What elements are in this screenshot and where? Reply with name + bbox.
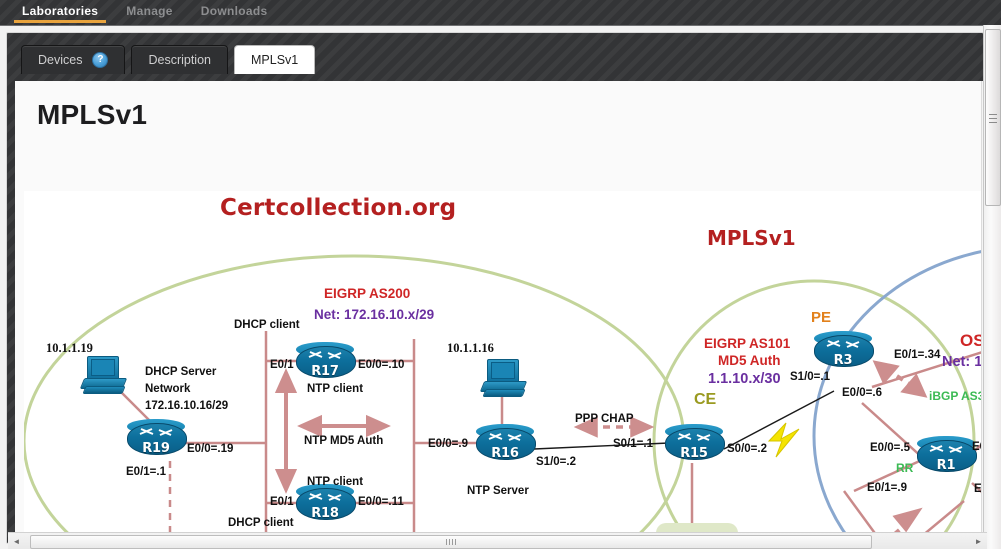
content-panel: Devices ? Description MPLSv1 MPLSv1 Cert… [6, 32, 994, 549]
label-r17-e0-0: E0/0=.10 [358, 359, 405, 371]
scroll-left-arrow-icon[interactable]: ◄ [10, 535, 23, 547]
ospf-net-label: Net: 192 [942, 354, 986, 370]
label-r3-e0-0: E0/0=.6 [842, 387, 882, 399]
label-r3-s1-0: S1/0=.1 [790, 371, 830, 383]
tab-devices[interactable]: Devices ? [21, 45, 126, 74]
window-scroll-thumb[interactable] [985, 29, 1001, 206]
label-ce: CE [694, 391, 717, 408]
tab-mplsv1[interactable]: MPLSv1 [234, 45, 316, 74]
tab-description[interactable]: Description [131, 45, 228, 74]
label-dhcp-client-top: DHCP client [234, 319, 300, 331]
ntp-md5-horizontal-arrow [297, 414, 391, 438]
tab-label: MPLSv1 [251, 53, 299, 67]
label-ppp-chap: PPP CHAP [575, 413, 634, 425]
router-r16[interactable]: R16 [476, 424, 536, 462]
ntp-md5-vertical-arrow [274, 368, 298, 494]
router-r1[interactable]: R1 [917, 436, 977, 474]
tab-strip: Devices ? Description MPLSv1 [21, 44, 321, 74]
page-title: MPLSv1 [37, 99, 148, 130]
eigrp-as200-label: EIGRP AS200 [324, 286, 411, 301]
label-r1-rr: RR [896, 461, 914, 475]
label-r19-e0-0: E0/0=.19 [187, 443, 234, 455]
label-dhcp-server-line2: Network [145, 383, 191, 395]
label-r16-e0-0: E0/0=.9 [428, 438, 468, 450]
document-area: MPLSv1 Certcollection.org MPLSv1 EIGRP A… [15, 81, 994, 549]
ibgp-arrow-top [872, 360, 928, 398]
label-r3-e0-1: E0/1=.34 [894, 349, 941, 361]
label-pc-mid-ip: 10.1.1.16 [447, 341, 494, 355]
nav-item-manage[interactable]: Manage [112, 0, 186, 23]
label-pc-left-ip: 10.1.1.19 [46, 341, 93, 355]
nav-item-label: Manage [126, 4, 173, 18]
router-r3[interactable]: R3 [814, 331, 874, 369]
nav-item-label: Laboratories [22, 4, 99, 18]
router-label: R18 [311, 506, 339, 521]
eigrp-as101-net-label: 1.1.10.x/30 [708, 371, 781, 387]
label-ntp-md5-auth: NTP MD5 Auth [304, 435, 384, 447]
nav-item-label: Downloads [200, 4, 268, 18]
eigrp-as101-md5-label: MD5 Auth [718, 353, 781, 368]
eigrp-as200-net-label: Net: 172.16.10.x/29 [314, 307, 435, 322]
serial-link-lightning-right [767, 422, 800, 458]
label-r18-e0-1: E0/1 [270, 496, 294, 508]
window-vertical-scrollbar[interactable] [983, 25, 1001, 549]
window-horizontal-scrollbar[interactable]: ◄ ► [8, 532, 987, 549]
label-r15-s0-0: S0/0=.2 [727, 443, 767, 455]
router-label: R16 [491, 446, 519, 461]
help-icon[interactable]: ? [92, 52, 109, 68]
label-dhcp-server-line1: DHCP Server [145, 366, 217, 378]
top-navigation-bar: Laboratories Manage Downloads [0, 0, 1001, 26]
router-label: R17 [311, 364, 339, 379]
eigrp-as101-label: EIGRP AS101 [704, 336, 791, 351]
router-label: R1 [936, 458, 956, 473]
router-r15[interactable]: R15 [665, 424, 725, 462]
router-label: R15 [680, 446, 708, 461]
tab-label: Devices [38, 53, 83, 67]
label-ibgp-as3-top: iBGP AS3 [929, 389, 985, 403]
diagram-brand: Certcollection.org [220, 195, 457, 221]
label-r15-s0-1: S0/1=.1 [613, 438, 653, 450]
label-r18-e0-0: E0/0=.11 [358, 496, 404, 508]
network-diagram: Certcollection.org MPLSv1 EIGRP AS200 Ne… [24, 191, 986, 549]
label-r16-s1-0: S1/0=.2 [536, 456, 576, 468]
label-r17-role: NTP client [307, 383, 364, 395]
nav-item-downloads[interactable]: Downloads [187, 0, 282, 23]
router-r17[interactable]: R17 [296, 342, 356, 380]
label-r1-e0-1: E0/1=.9 [867, 482, 907, 494]
pc-middle [479, 359, 528, 399]
diagram-title: MPLSv1 [707, 226, 796, 250]
router-label: R3 [833, 353, 853, 368]
label-r17-e0-1: E0/1 [270, 359, 294, 371]
router-label: R19 [142, 441, 170, 456]
label-r19-e0-1: E0/1=.1 [126, 466, 166, 478]
label-r16-role: NTP Server [467, 485, 529, 497]
nav-item-laboratories[interactable]: Laboratories [8, 0, 112, 23]
label-pe-top: PE [811, 309, 832, 326]
pc-left [79, 356, 128, 396]
router-r18[interactable]: R18 [296, 484, 356, 522]
label-dhcp-client-bottom: DHCP client [228, 517, 294, 529]
tab-label: Description [148, 53, 211, 67]
label-dhcp-server-line3: 172.16.10.16/29 [145, 400, 229, 412]
label-r18-role: NTP client [307, 476, 364, 488]
scroll-right-arrow-icon[interactable]: ► [972, 535, 985, 547]
router-r19[interactable]: R19 [127, 419, 187, 457]
horizontal-scroll-thumb[interactable] [30, 535, 872, 549]
label-r1-e0-0: E0/0=.5 [870, 442, 910, 454]
application-window: Laboratories Manage Downloads Devices ? … [0, 0, 1001, 549]
